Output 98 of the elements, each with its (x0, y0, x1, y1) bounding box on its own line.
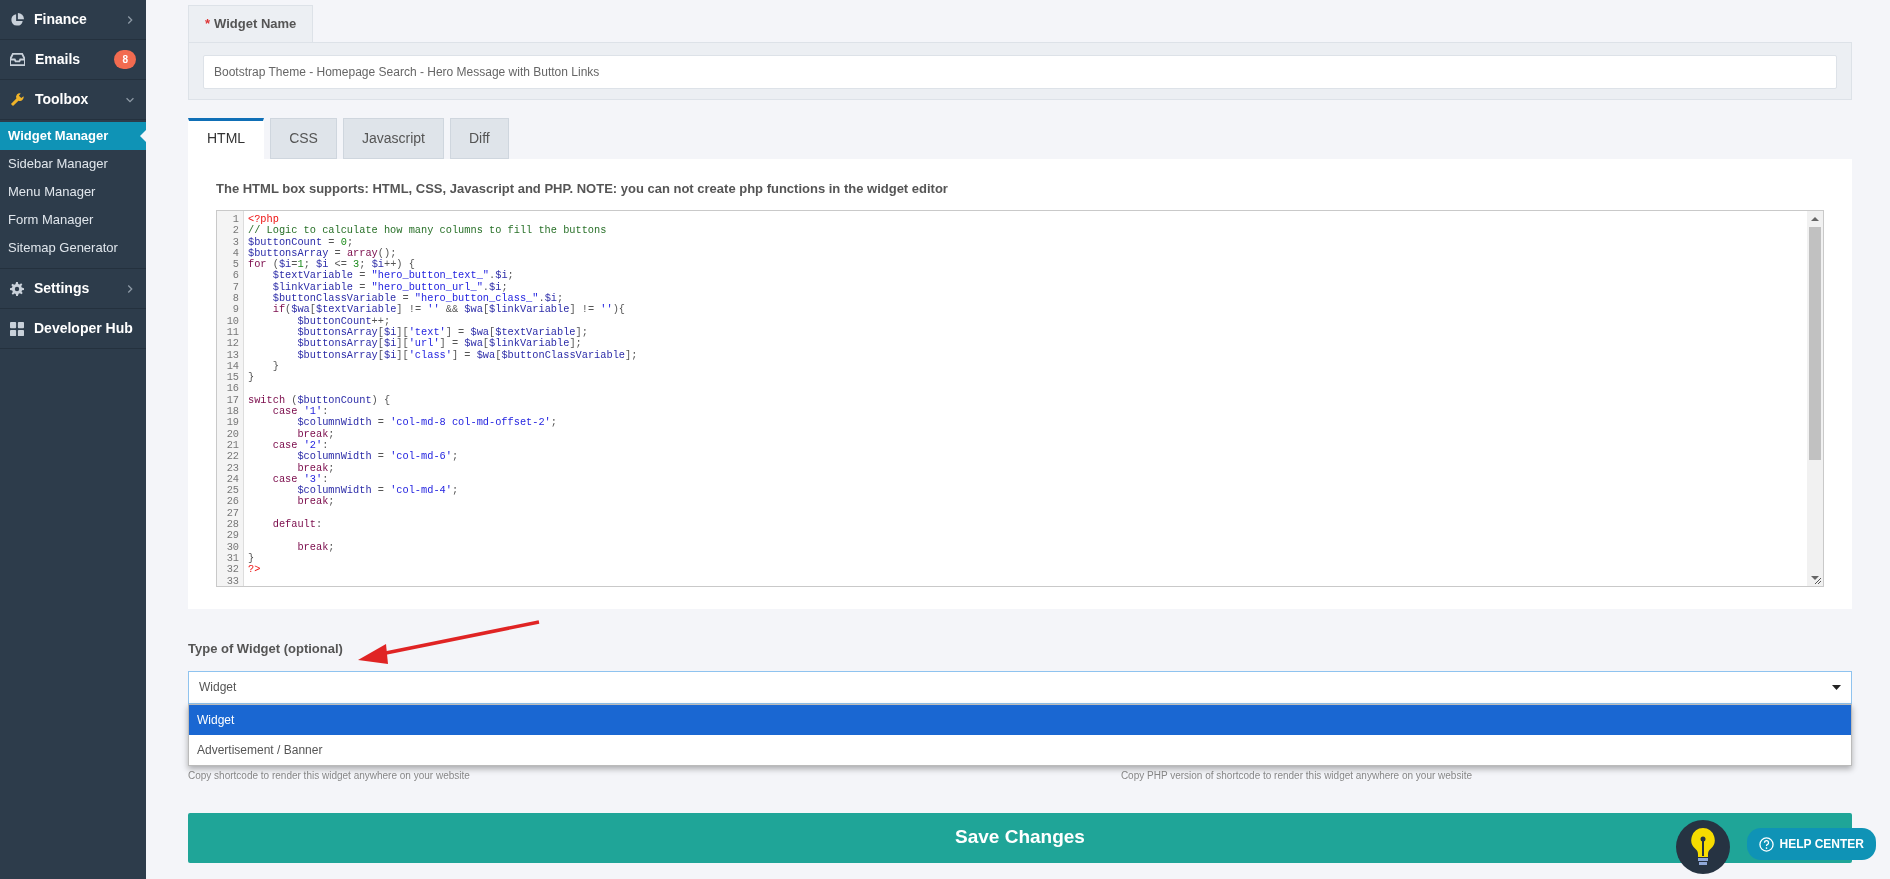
code-line: default: (271, 519, 324, 531)
field-label: Widget Name (214, 16, 297, 31)
wrench-icon (10, 92, 25, 107)
gear-icon (10, 281, 24, 296)
sidebar-item[interactable]: Settings (0, 269, 146, 309)
line-number: 19 (225, 417, 239, 429)
line-number: 18 (225, 406, 239, 418)
line-number: 7 (231, 281, 239, 294)
editor-tab[interactable]: Javascript (342, 117, 444, 159)
code-line: // Logic to calculate how many columns to fill the buttons (248, 225, 608, 237)
sidebar-link[interactable]: Sidebar Manager (0, 150, 146, 178)
scrollbar[interactable] (1807, 211, 1823, 586)
dropdown-option[interactable]: Advertisement / Banner (189, 734, 1851, 765)
input-field[interactable]: Bootstrap Theme - Homepage Search - Hero Message with Button Links (203, 54, 1837, 89)
hint-text: Copy shortcode to render this widget anywhere on your website (188, 768, 470, 783)
sidebar-item[interactable]: Emails 8 (0, 40, 146, 80)
grid-icon (10, 321, 24, 336)
help-text: The HTML box supports: HTML, CSS, Javascript and PHP. NOTE: you can not create php functions in the widget editor (216, 179, 949, 198)
line-number: 14 (225, 360, 239, 373)
line-number: 6 (231, 270, 239, 282)
code-line: break; (296, 541, 336, 553)
sidebar-link[interactable]: Sitemap Generator (0, 234, 146, 262)
line-number: 23 (225, 462, 239, 474)
code-line: case '3': (271, 473, 329, 485)
code-line: for ($i=1; $i <= 3; $i++) { (248, 259, 415, 271)
editor-tab[interactable]: CSS (270, 117, 337, 159)
line-number: 16 (225, 383, 239, 395)
code-line: } (248, 552, 256, 565)
required-asterisk: * (205, 16, 211, 31)
line-number: 33 (225, 575, 239, 587)
select-field[interactable]: Widget (188, 670, 1852, 704)
line-number: 15 (225, 372, 239, 384)
line-number: 5 (231, 259, 239, 271)
field-label: Type of Widget (optional) (188, 640, 344, 658)
code-line: $columnWidth = 'col-md-6'; (296, 451, 460, 463)
sidebar-link[interactable]: Widget Manager (0, 122, 146, 150)
code-line: } (271, 360, 280, 373)
code-line: case '2': (271, 439, 329, 451)
code-line: ?> (248, 564, 262, 576)
line-number: 28 (225, 519, 239, 531)
line-number: 31 (225, 552, 239, 565)
line-number: 9 (231, 304, 239, 316)
code-line: $linkVariable = "hero_button_url_".$i; (271, 281, 509, 293)
caret-icon (1832, 684, 1841, 690)
editor-tab[interactable]: Diff (449, 117, 509, 159)
line-number: 20 (225, 428, 239, 440)
code-line: $buttonsArray[$i]['text'] = $wa[$textVariable]; (296, 326, 589, 339)
line-number: 21 (225, 439, 239, 452)
sidebar-item[interactable]: Developer Hub (0, 309, 146, 349)
line-number: 10 (225, 315, 239, 327)
code-line: $buttonClassVariable = "hero_button_class_".$i; (271, 293, 564, 305)
inbox-icon (10, 53, 25, 66)
line-number: 8 (231, 293, 239, 305)
code-line: break; (296, 428, 336, 440)
line-number: 30 (225, 541, 239, 553)
line-number: 1 (231, 214, 239, 226)
line-number: 25 (225, 485, 239, 497)
sidebar-item[interactable]: Finance (0, 0, 146, 40)
help-center-button[interactable]: HELP CENTER (1746, 828, 1876, 860)
code-line: case '1': (271, 406, 329, 418)
code-line: $buttonsArray = array(); (248, 247, 397, 260)
line-number: 13 (225, 349, 239, 361)
count-badge: 8 (114, 50, 136, 69)
scrollbar-thumb[interactable] (1809, 227, 1821, 460)
code-line: } (248, 372, 256, 384)
sidebar-item[interactable]: Toolbox (0, 80, 146, 120)
help-icon (1758, 836, 1774, 852)
code-line: <?php (248, 214, 279, 226)
hint-text: Copy PHP version of shortcode to render this widget anywhere on your website (1120, 768, 1472, 783)
code-line: break; (296, 462, 336, 474)
line-number: 32 (225, 564, 239, 576)
line-number: 24 (225, 473, 239, 486)
code-line: $columnWidth = 'col-md-4'; (296, 485, 460, 497)
code-line: $buttonsArray[$i]['url'] = $wa[$linkVariable]; (296, 338, 583, 350)
line-number: 3 (231, 236, 239, 248)
line-number: 29 (225, 530, 239, 542)
line-number: 27 (225, 507, 239, 519)
line-number: 26 (225, 496, 239, 508)
dropdown-option[interactable]: Widget (189, 704, 1851, 735)
editor-tab[interactable]: HTML (188, 117, 265, 159)
code-line: break; (296, 496, 336, 508)
code-line: $columnWidth = 'col-md-8 col-md-offset-2'; (296, 417, 558, 429)
line-number: 12 (225, 338, 239, 350)
code-line: if($wa[$textVariable] != '' && $wa[$linkVariable] != ''){ (271, 304, 627, 316)
line-number: 2 (231, 225, 239, 237)
code-line: $buttonCount = 0; (248, 236, 355, 248)
code-line: $buttonsArray[$i]['class'] = $wa[$buttonClassVariable]; (296, 349, 639, 361)
pie-chart-icon (10, 12, 24, 27)
code-line: $textVariable = "hero_button_text_".$i; (271, 270, 515, 282)
code-line: switch ($buttonCount) { (248, 394, 392, 406)
line-number: 4 (231, 247, 239, 260)
line-number: 17 (225, 394, 239, 407)
sidebar-link[interactable]: Menu Manager (0, 178, 146, 206)
line-number: 22 (225, 451, 239, 463)
line-number: 11 (225, 326, 239, 339)
lightbulb-icon (1690, 827, 1716, 867)
sidebar-link[interactable]: Form Manager (0, 206, 146, 234)
code-line: $buttonCount++; (296, 315, 392, 327)
